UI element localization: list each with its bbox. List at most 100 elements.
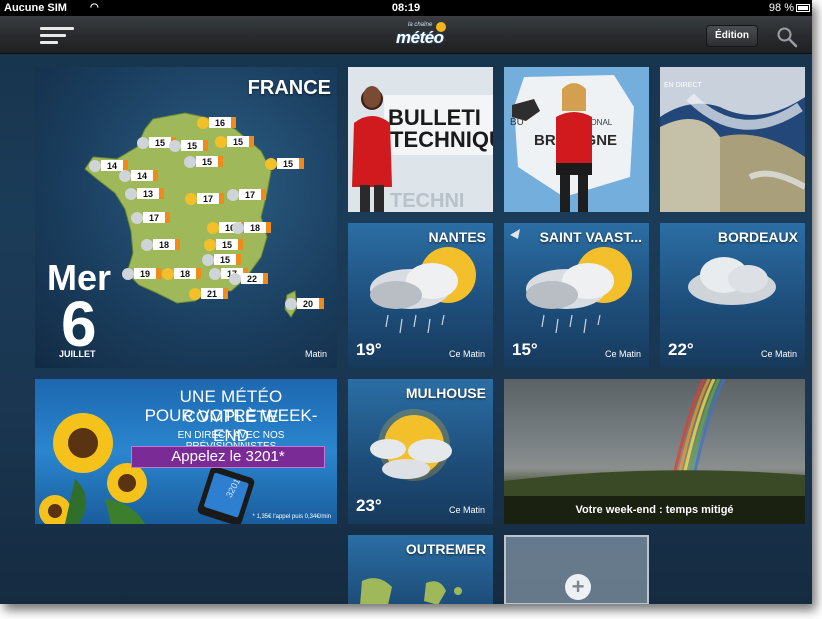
temp-value: 14 xyxy=(107,161,117,171)
temp-value: 13 xyxy=(143,189,153,199)
weather-icon xyxy=(141,239,153,251)
weather-icon xyxy=(202,254,214,266)
clock: 08:19 xyxy=(391,2,421,14)
temp-badge: 18 xyxy=(162,268,201,280)
city-period: Ce Matin xyxy=(448,349,485,359)
temp-badge: 16 xyxy=(197,117,236,129)
temp-badge: 15 xyxy=(169,140,208,152)
satellite-thumbnail: EN DIRECT xyxy=(660,67,805,212)
weather-icon xyxy=(89,160,101,172)
temp-badge: 15 xyxy=(215,136,254,148)
menu-icon[interactable] xyxy=(40,25,76,47)
temp-badge: 15 xyxy=(204,239,243,251)
city-period: Ce Matin xyxy=(448,505,485,515)
weather-icon xyxy=(184,156,196,168)
weather-icon xyxy=(185,193,197,205)
video-thumbnail: BULLETI TECHNIQU TECHNI xyxy=(348,67,493,212)
search-icon[interactable] xyxy=(776,26,798,48)
temp-value: 15 xyxy=(187,141,197,151)
city-name: BORDEAUX xyxy=(717,229,798,245)
weather-icon xyxy=(189,288,201,300)
video-text-2a: BU xyxy=(510,117,524,128)
temp-badge: 14 xyxy=(89,160,128,172)
temp-badge: 17 xyxy=(131,212,170,224)
location-arrow-icon xyxy=(510,229,520,239)
ad-legal: * 1,35€ l'appel puis 0,34€/min xyxy=(252,514,331,520)
weather-icon xyxy=(209,268,221,280)
weather-icon xyxy=(285,298,297,310)
temp-badge: 18 xyxy=(141,239,180,251)
city-tile-bordeaux[interactable]: BORDEAUX 22° Ce Matin xyxy=(660,223,805,368)
weather-icon xyxy=(169,140,181,152)
video-text-3: EN DIRECT xyxy=(664,82,702,89)
video-tile[interactable]: BU GIONAL BRETAGNE xyxy=(504,67,649,212)
video-tile[interactable]: EN DIRECT xyxy=(660,67,805,212)
weather-icon xyxy=(265,158,277,170)
temp-badge: 20 xyxy=(285,298,324,310)
weather-icon xyxy=(229,273,241,285)
france-map-tile[interactable]: 1615151515141514131717171618181515191817… xyxy=(35,67,337,368)
tile-title: FRANCE xyxy=(247,77,331,99)
weather-icon xyxy=(122,268,134,280)
temp-value: 15 xyxy=(233,137,243,147)
temp-value: 19 xyxy=(140,269,150,279)
temp-badge: 14 xyxy=(119,170,158,182)
logo-sun-icon xyxy=(436,22,446,32)
temp-value: 15 xyxy=(222,240,232,250)
city-name: MULHOUSE xyxy=(405,385,486,401)
weather-icon xyxy=(162,268,174,280)
video-text-1c: TECHNI xyxy=(390,190,464,212)
video-tile[interactable]: BULLETI TECHNIQU TECHNI xyxy=(348,67,493,212)
weekend-article-tile[interactable]: Votre week-end : temps mitigé xyxy=(504,379,805,524)
app-logo: la chaîne météo xyxy=(390,20,450,50)
city-temp: 23° xyxy=(356,496,382,515)
city-name: NANTES xyxy=(428,229,486,245)
temp-badge: 18 xyxy=(232,222,271,234)
city-temp: 22° xyxy=(668,340,694,359)
edit-button[interactable]: Édition xyxy=(706,25,758,47)
temp-badge: 17 xyxy=(227,189,266,201)
temp-value: 16 xyxy=(215,118,225,128)
temp-value: 17 xyxy=(203,194,213,204)
ad-call-button[interactable]: Appelez le 3201* xyxy=(131,446,325,468)
weather-icon xyxy=(119,170,131,182)
city-name: SAINT VAAST... xyxy=(539,229,642,245)
weather-icon xyxy=(125,188,137,200)
city-tile-nantes[interactable]: NANTES 19° Ce Matin xyxy=(348,223,493,368)
weather-icon xyxy=(227,189,239,201)
battery-percent: 98 % xyxy=(768,2,794,14)
outremer-tile[interactable]: OUTREMER xyxy=(348,535,493,604)
temp-badge: 15 xyxy=(265,158,304,170)
temp-badge: 15 xyxy=(184,156,223,168)
city-temp: 15° xyxy=(512,340,538,359)
weekend-caption: Votre week-end : temps mitigé xyxy=(504,496,805,524)
temp-badge: 19 xyxy=(122,268,161,280)
month-label: JUILLET xyxy=(59,349,96,359)
temp-value: 15 xyxy=(283,159,293,169)
tile-title: OUTREMER xyxy=(405,541,486,557)
temp-value: 22 xyxy=(247,274,257,284)
city-temp: 19° xyxy=(356,340,382,359)
weather-icon xyxy=(204,239,216,251)
city-period: Ce Matin xyxy=(604,349,641,359)
temp-value: 15 xyxy=(202,157,212,167)
weather-icon xyxy=(215,136,227,148)
temp-value: 14 xyxy=(137,171,147,181)
city-tile-mulhouse[interactable]: MULHOUSE 23° Ce Matin xyxy=(348,379,493,524)
add-tile[interactable]: + xyxy=(504,535,649,604)
weather-icon xyxy=(232,222,244,234)
city-tile-saint-vaast[interactable]: SAINT VAAST... 15° Ce Matin xyxy=(504,223,649,368)
temp-value: 18 xyxy=(159,240,169,250)
temp-badge: 21 xyxy=(189,288,228,300)
weather-icon xyxy=(197,117,209,129)
weather-icon xyxy=(137,137,149,149)
temp-value: 18 xyxy=(250,223,260,233)
add-icon[interactable]: + xyxy=(565,574,591,600)
city-period: Ce Matin xyxy=(760,349,797,359)
temp-value: 15 xyxy=(220,255,230,265)
ad-banner[interactable]: UNE MÉTÉO COMPLÈTE POUR VOTRE WEEK-END E… xyxy=(35,379,337,524)
status-bar: Aucune SIM ◠ 08:19 98 % xyxy=(0,0,812,16)
temp-value: 15 xyxy=(155,138,165,148)
weather-icon xyxy=(131,212,143,224)
video-text-1b: TECHNIQU xyxy=(390,127,493,152)
